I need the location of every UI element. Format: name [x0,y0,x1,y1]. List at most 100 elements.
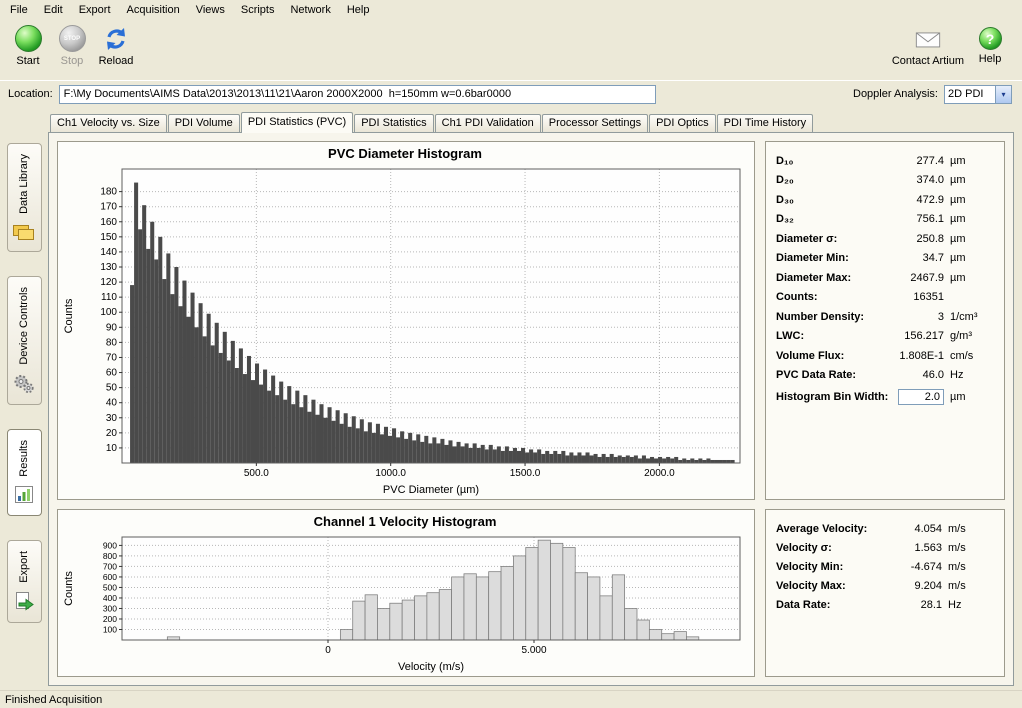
svg-text:200: 200 [103,614,117,624]
sidebar-item-export[interactable]: Export [7,540,42,623]
reload-button[interactable]: Reload [94,22,138,70]
menu-item-acquisition[interactable]: Acquisition [119,2,188,18]
pvc-diameter-histogram-chart: PVC Diameter Histogram 10203040506070809… [57,141,755,500]
help-button[interactable]: ? Help [968,22,1012,70]
svg-text:50: 50 [106,383,118,394]
stat-value: 1.563 [888,542,942,554]
tab-processor-settings[interactable]: Processor Settings [542,114,648,132]
stat-row: Diameter σ:250.8µm [776,229,994,249]
stat-value: 2467.9 [878,272,944,284]
stat-row: Diameter Max:2467.9µm [776,268,994,288]
stat-row: Velocity Max:9.204m/s [776,576,994,595]
help-label: Help [979,53,1002,65]
tab-ch1-velocity-vs-size[interactable]: Ch1 Velocity vs. Size [50,114,167,132]
tab-pdi-statistics[interactable]: PDI Statistics [354,114,433,132]
stat-row: LWC:156.217g/m³ [776,327,994,347]
stop-button[interactable]: STOP Stop [50,22,94,70]
menu-item-edit[interactable]: Edit [36,2,71,18]
stat-value: 472.9 [878,194,944,206]
stop-label: Stop [61,55,84,67]
stat-value: 3 [878,311,944,323]
stat-unit: 1/cm³ [950,311,994,323]
menu-item-network[interactable]: Network [282,2,338,18]
stat-label: Diameter σ: [776,233,872,245]
stat-row: Number Density: 3 1/cm³ [776,307,994,327]
sidebar: Data Library Device Controls Results [0,109,48,686]
svg-text:120: 120 [100,277,117,288]
help-glyph: ? [986,31,995,47]
svg-text:70: 70 [106,352,118,363]
sidebar-item-device-controls[interactable]: Device Controls [7,276,42,405]
menu-item-export[interactable]: Export [71,2,119,18]
stat-unit: µm [950,155,994,167]
status-text: Finished Acquisition [5,694,102,706]
bin-width-input[interactable] [898,389,944,405]
doppler-analysis-select[interactable]: 2D PDI ▾ [944,85,1012,104]
stat-unit: µm [950,194,994,206]
stat-label: Diameter Max: [776,272,872,284]
sidebar-item-label: Device Controls [18,287,30,365]
stat-label: D₃₀ [776,194,872,206]
stat-label: Velocity σ: [776,542,882,554]
velocity-row: Channel 1 Velocity Histogram 10020030040… [57,509,1005,677]
stop-glyph: STOP [64,36,80,42]
status-bar: Finished Acquisition [0,690,1022,708]
sidebar-item-results[interactable]: Results [7,429,42,517]
tab-pdi-volume[interactable]: PDI Volume [168,114,240,132]
stat-value: 28.1 [888,599,942,611]
tab-pdi-time-history[interactable]: PDI Time History [717,114,814,132]
stat-label: Number Density: [776,311,872,323]
svg-text:180: 180 [100,187,117,198]
menu-item-help[interactable]: Help [339,2,378,18]
envelope-icon [914,25,942,52]
tab-ch1-pdi-validation[interactable]: Ch1 PDI Validation [435,114,541,132]
stat-value: 756.1 [878,213,944,225]
stat-label: Diameter Min: [776,252,872,264]
tab-pdi-statistics-pvc[interactable]: PDI Statistics (PVC) [241,112,353,133]
folders-icon [12,222,36,245]
menu-item-file[interactable]: File [2,2,36,18]
stat-value: 1.808E-1 [878,350,944,362]
svg-text:2000.0: 2000.0 [644,468,675,479]
contact-artium-label: Contact Artium [892,55,964,67]
main-area: Data Library Device Controls Results [0,107,1022,690]
svg-text:140: 140 [100,247,117,258]
svg-text:150: 150 [100,232,117,243]
chevron-down-icon[interactable]: ▾ [995,86,1011,103]
stat-label: D₁₀ [776,155,872,167]
svg-text:500: 500 [103,582,117,592]
tab-panel: PVC Diameter Histogram 10203040506070809… [48,132,1014,686]
stat-label: Average Velocity: [776,523,882,535]
sidebar-item-data-library[interactable]: Data Library [7,143,42,252]
stat-row: Data Rate:28.1Hz [776,595,994,614]
stat-unit: µm [950,174,994,186]
stat-unit: m/s [948,561,994,573]
start-label: Start [16,55,39,67]
chart-title: PVC Diameter Histogram [60,144,750,161]
stat-unit: m/s [948,523,994,535]
chart-title: Channel 1 Velocity Histogram [60,512,750,529]
velocity-histogram-chart: Channel 1 Velocity Histogram 10020030040… [57,509,755,677]
menu-item-scripts[interactable]: Scripts [233,2,283,18]
svg-text:0: 0 [325,645,331,656]
export-icon [12,591,36,616]
svg-text:60: 60 [106,368,118,379]
svg-text:Velocity (m/s): Velocity (m/s) [398,661,464,673]
svg-text:400: 400 [103,593,117,603]
stat-row: D₃₂756.1µm [776,210,994,230]
location-input[interactable] [59,85,656,104]
location-label: Location: [8,88,53,100]
velocity-chart-plot: 10020030040050060070080090005.000Velocit… [60,529,750,674]
svg-text:160: 160 [100,217,117,228]
tab-pdi-optics[interactable]: PDI Optics [649,114,716,132]
menu-item-views[interactable]: Views [188,2,233,18]
svg-text:300: 300 [103,603,117,613]
pvc-row: PVC Diameter Histogram 10203040506070809… [57,141,1005,500]
stat-row: Velocity σ:1.563m/s [776,538,994,557]
contact-artium-button[interactable]: Contact Artium [888,22,968,70]
stat-label: Velocity Max: [776,580,882,592]
velocity-stats-panel: Average Velocity:4.054m/s Velocity σ:1.5… [765,509,1005,677]
svg-text:110: 110 [101,292,117,303]
help-icon: ? [979,27,1002,50]
start-button[interactable]: Start [6,22,50,70]
